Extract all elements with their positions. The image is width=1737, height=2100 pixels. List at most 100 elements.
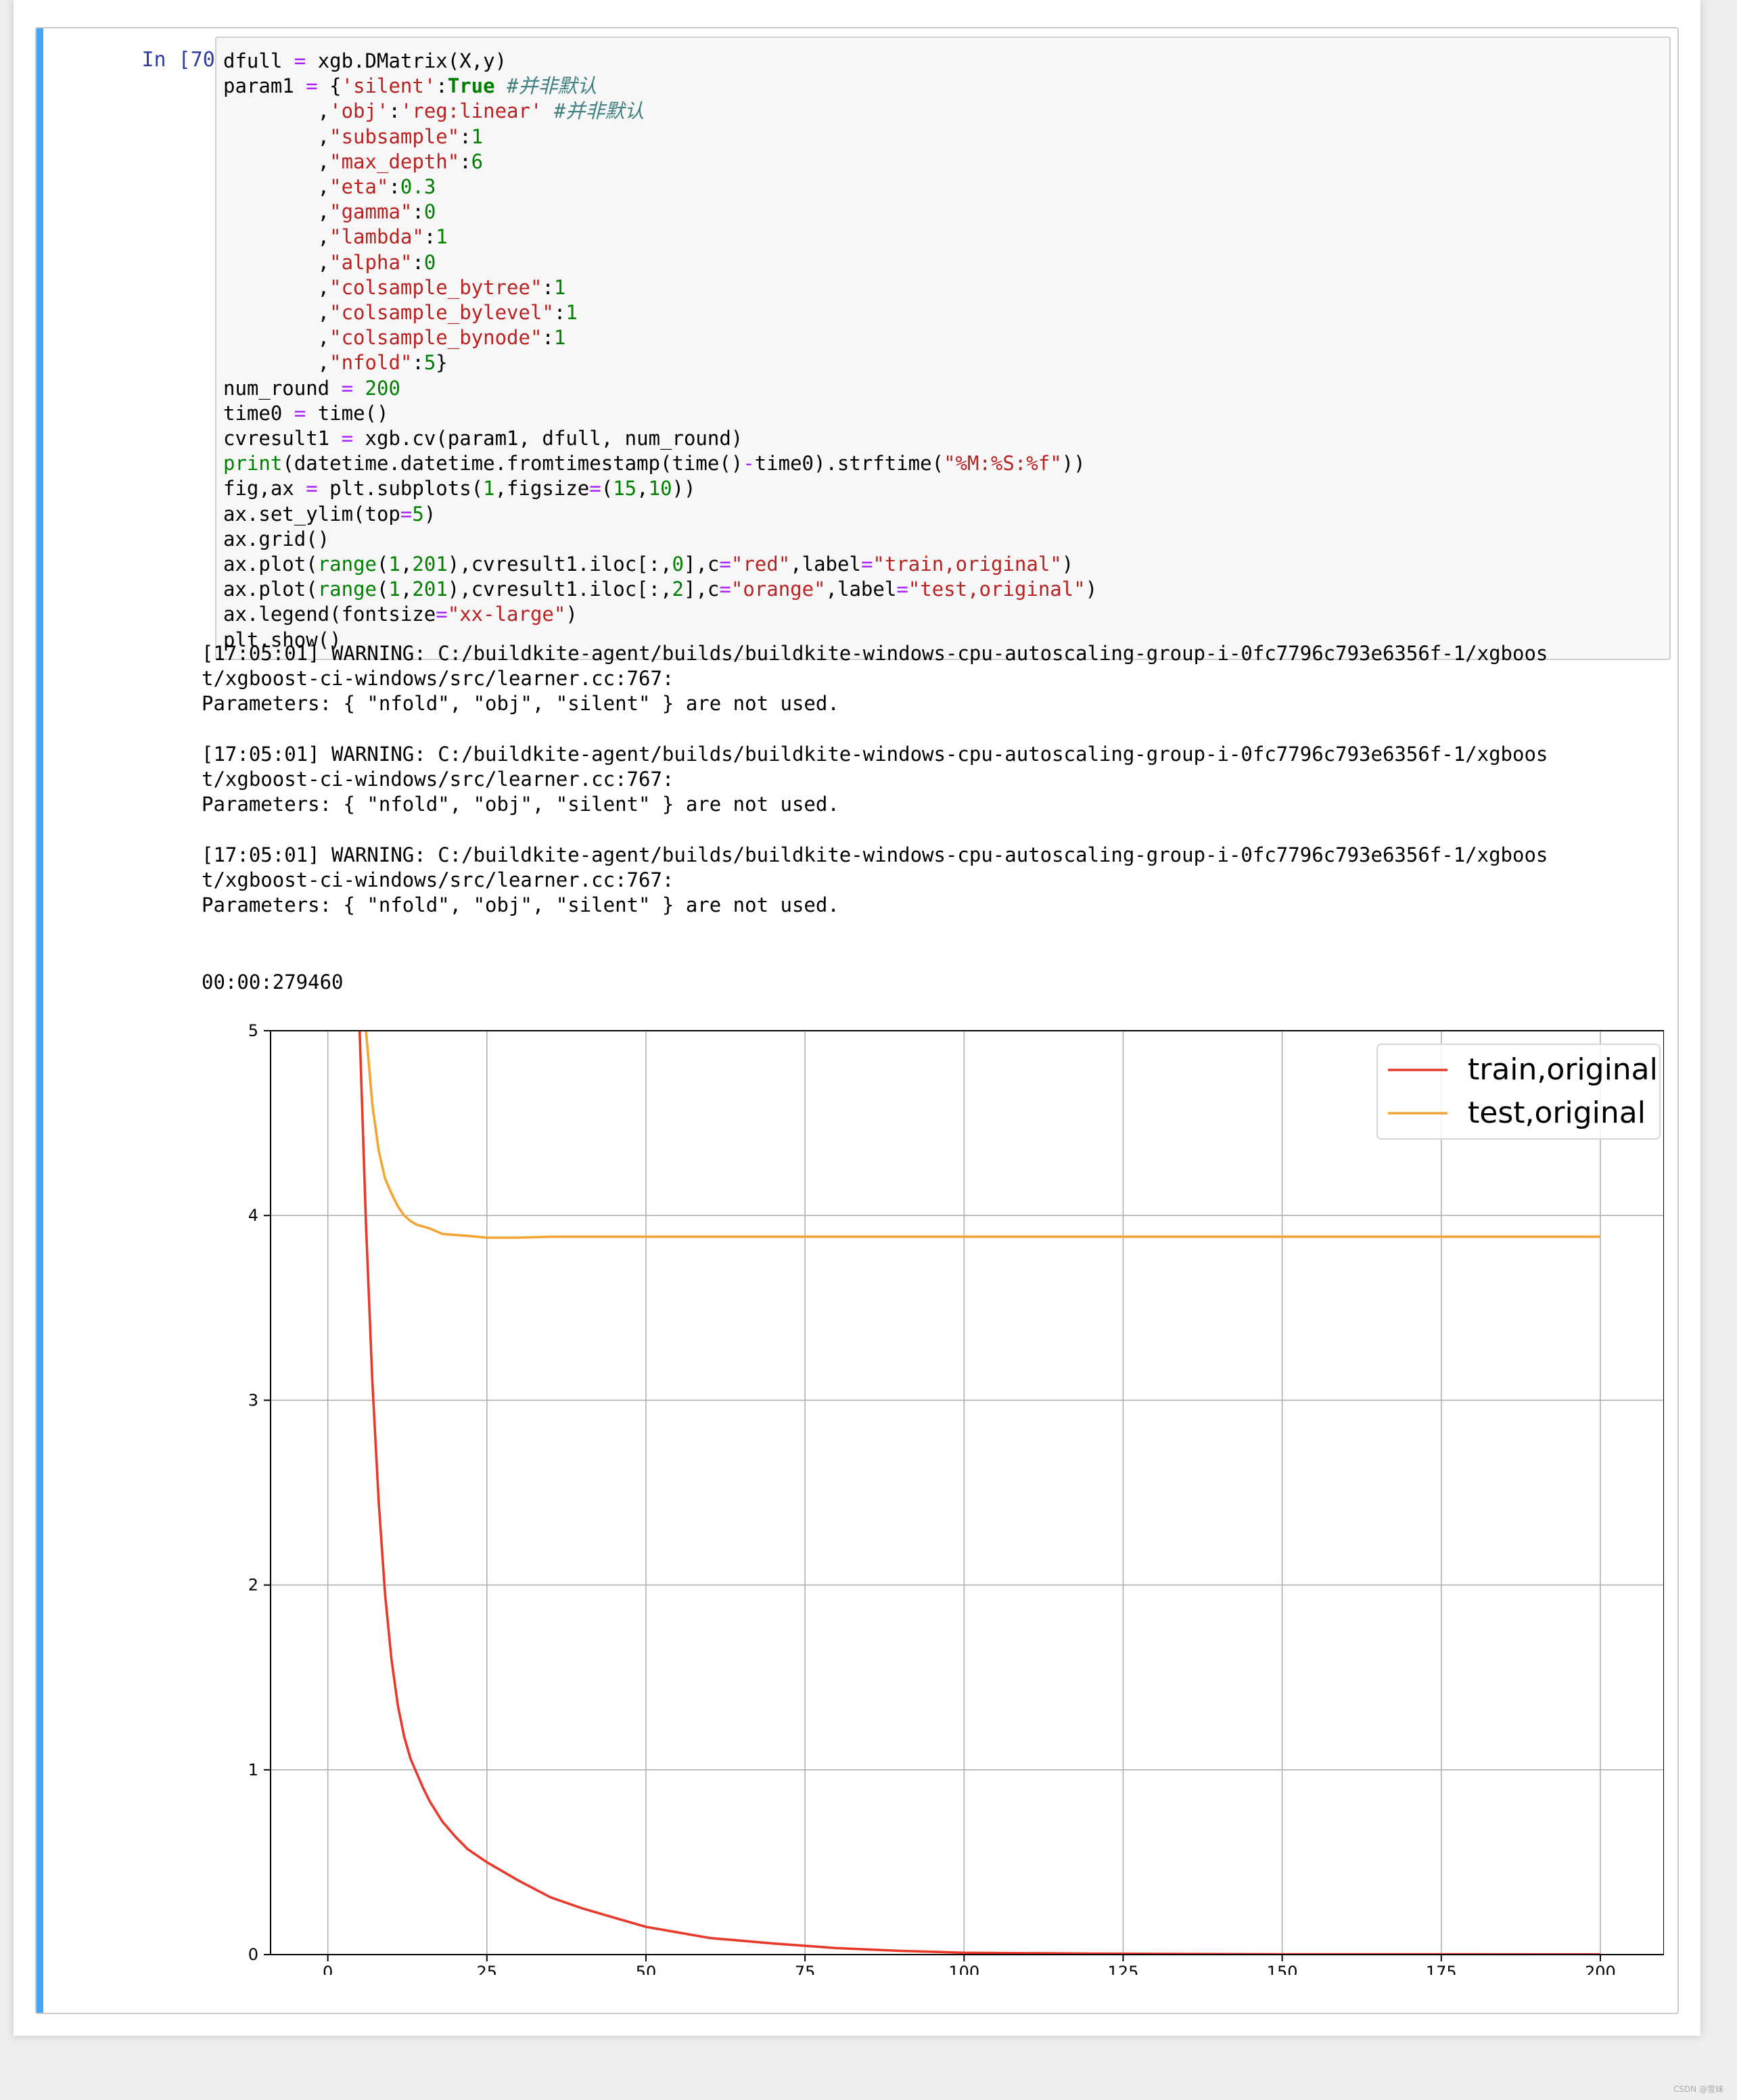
code-token: "subsample" — [329, 124, 460, 148]
code-token: : — [542, 326, 554, 350]
x-tick-label: 175 — [1426, 1963, 1457, 1975]
code-token: 5 — [412, 502, 424, 526]
code-token: , — [223, 149, 330, 173]
code-token: 5 — [423, 351, 436, 375]
code-token: : — [412, 200, 424, 224]
code-line: num_round = 200 — [223, 376, 1663, 401]
code-line: ,"subsample":1 — [223, 124, 1663, 149]
code-token: = — [306, 477, 318, 500]
code-token: 2 — [672, 578, 684, 601]
code-token: : — [459, 124, 471, 148]
code-token: : — [412, 351, 424, 375]
code-token: 'silent' — [341, 74, 436, 98]
code-line: ,"gamma":0 — [223, 200, 1663, 225]
y-tick-label: 2 — [248, 1576, 258, 1595]
code-line: ,"colsample_bylevel":1 — [223, 300, 1663, 325]
code-line: ax.legend(fontsize="xx-large") — [223, 602, 1663, 627]
code-token: 1 — [565, 301, 578, 325]
code-line: print(datetime.datetime.fromtimestamp(ti… — [223, 451, 1663, 476]
output-line: t/xgboost-ci-windows/src/learner.cc:767: — [202, 868, 674, 891]
code-line: ,"lambda":1 — [223, 225, 1663, 250]
code-token: 201 — [412, 578, 448, 601]
code-token: , — [400, 578, 413, 601]
code-token: = — [341, 376, 354, 400]
code-token: 'reg:linear' — [400, 99, 542, 123]
code-token: dfull — [223, 49, 294, 72]
code-token: ) — [1061, 553, 1074, 576]
code-token: #并非默认 — [507, 74, 597, 98]
plot-frame — [270, 1030, 1665, 1955]
code-token: "nfold" — [329, 351, 413, 375]
code-token: = — [589, 477, 601, 500]
x-tick-label: 50 — [636, 1963, 657, 1975]
code-token: ,label — [825, 578, 897, 601]
watermark-text: CSDN @雪妹 — [1673, 2084, 1723, 2094]
code-token: "eta" — [329, 175, 389, 199]
code-token: , — [223, 351, 330, 375]
code-token: "colsample_bytree" — [329, 275, 542, 299]
code-token: : — [542, 275, 554, 299]
code-token: 0.3 — [400, 175, 436, 199]
output-line: [17:05:01] WARNING: C:/buildkite-agent/b… — [202, 742, 1548, 766]
code-token: ],c — [684, 553, 720, 576]
output-line: Parameters: { "nfold", "obj", "silent" }… — [202, 692, 839, 716]
code-token: = — [896, 578, 908, 601]
x-tick-label: 150 — [1267, 1963, 1298, 1975]
code-line: ,"alpha":0 — [223, 250, 1663, 275]
code-token: } — [436, 351, 448, 375]
code-token: , — [223, 124, 330, 148]
code-line: ax.set_ylim(top=5) — [223, 502, 1663, 527]
code-token: 0 — [672, 553, 684, 576]
code-token: ) — [1085, 578, 1098, 601]
code-token: param1 — [223, 74, 306, 98]
code-token: "xx-large" — [447, 603, 566, 626]
code-token: #并非默认 — [553, 99, 645, 123]
code-token: num_round — [223, 376, 342, 400]
chart-output: 0 25 50 75 100 125 150 175 200 0 1 2 3 4 5 train,origin… — [216, 1014, 1665, 1982]
code-token: { — [317, 74, 342, 98]
code-line: ,"max_depth":6 — [223, 149, 1663, 174]
cell-output-elapsed: 00:00:279460 — [202, 971, 344, 994]
code-token: - — [743, 452, 755, 475]
legend-label: test,original — [1468, 1096, 1646, 1130]
code-token: range — [317, 578, 377, 601]
code-token: "gamma" — [329, 200, 413, 224]
code-token: 1 — [388, 553, 400, 576]
code-token: : — [436, 74, 448, 98]
code-token: xgb.DMatrix(X,y) — [306, 49, 507, 72]
code-token: 6 — [471, 149, 484, 173]
y-tick-label: 3 — [248, 1391, 258, 1409]
cell-output-stderr: [17:05:01] WARNING: C:/buildkite-agent/b… — [202, 641, 1548, 918]
code-editor[interactable]: dfull = xgb.DMatrix(X,y) param1 = {'silen… — [215, 37, 1671, 660]
code-token: 15 — [613, 477, 637, 500]
code-token: cvresult1 — [223, 427, 342, 450]
output-line: t/xgboost-ci-windows/src/learner.cc:767: — [202, 667, 674, 691]
code-token: , — [636, 477, 649, 500]
code-token: , — [223, 225, 330, 249]
code-token: "lambda" — [329, 225, 424, 249]
code-line: ,'obj':'reg:linear' #并非默认 — [223, 99, 1663, 124]
code-token: "colsample_bynode" — [329, 326, 542, 350]
code-token: fig,ax — [223, 477, 306, 500]
code-token: ) — [565, 603, 578, 626]
code-token: = — [719, 578, 731, 601]
code-token: , — [223, 301, 330, 325]
line-chart: 0 25 50 75 100 125 150 175 200 0 1 2 3 4 5 train,origin… — [248, 1021, 1665, 1982]
code-line: dfull = xgb.DMatrix(X,y) — [223, 49, 1663, 74]
x-tick-label: 100 — [948, 1963, 979, 1975]
code-token: : — [553, 301, 566, 325]
notebook-page: In [70]: dfull = xgb.DMatrix(X,y) param1 … — [14, 0, 1700, 2036]
code-token: 1 — [553, 275, 566, 299]
code-token: = — [341, 427, 354, 450]
x-tick-label: 25 — [477, 1963, 498, 1975]
code-text[interactable]: dfull = xgb.DMatrix(X,y) param1 = {'silen… — [216, 38, 1669, 653]
code-line: param1 = {'silent':True #并非默认 — [223, 74, 1663, 99]
x-tick-label: 0 — [323, 1963, 333, 1975]
code-token: )) — [672, 477, 696, 500]
output-line: Parameters: { "nfold", "obj", "silent" }… — [202, 793, 839, 816]
code-token: , — [223, 326, 330, 350]
code-token: ),cvresult1.iloc[:, — [447, 578, 672, 601]
